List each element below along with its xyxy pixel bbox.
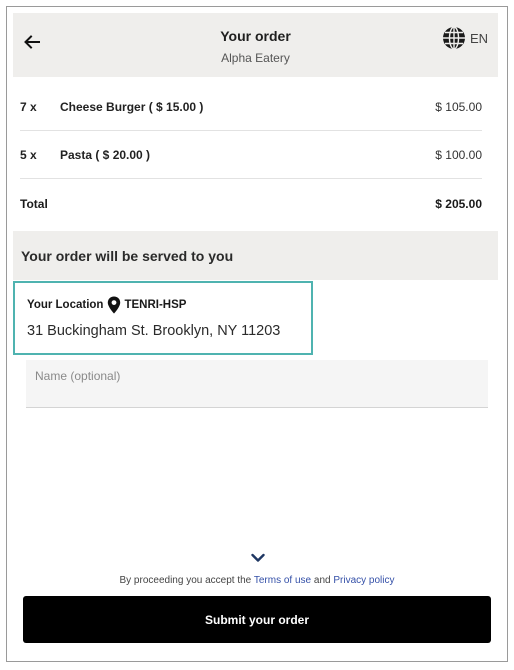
location-card[interactable]: Your Location TENRI-HSP 31 Buckingham St… bbox=[13, 281, 313, 355]
item-price: $ 100.00 bbox=[435, 148, 482, 162]
location-address: 31 Buckingham St. Brooklyn, NY 11203 bbox=[27, 323, 281, 339]
location-pin-icon bbox=[108, 296, 121, 314]
location-code: TENRI-HSP bbox=[124, 299, 187, 311]
location-label: Your Location bbox=[27, 299, 104, 311]
order-total-row: Total $ 205.00 bbox=[20, 180, 482, 227]
order-header: Your order Alpha Eatery EN bbox=[13, 13, 498, 77]
page-title: Your order bbox=[220, 28, 291, 44]
terms-conjunction: and bbox=[313, 575, 331, 586]
language-label: EN bbox=[469, 30, 488, 46]
served-banner: Your order will be served to you bbox=[13, 231, 498, 280]
globe-icon bbox=[442, 26, 465, 50]
order-item-row: 5 x Pasta ( $ 20.00 ) $ 100.00 bbox=[20, 132, 482, 179]
item-price: $ 105.00 bbox=[435, 100, 482, 114]
total-label: Total bbox=[20, 196, 48, 211]
terms-notice: By proceeding you accept the Terms of us… bbox=[0, 575, 514, 586]
location-header: Your Location TENRI-HSP bbox=[27, 296, 186, 314]
item-quantity: 7 x bbox=[20, 100, 37, 114]
privacy-policy-link[interactable]: Privacy policy bbox=[333, 575, 394, 586]
total-value: $ 205.00 bbox=[435, 196, 482, 211]
chevron-down-icon[interactable] bbox=[251, 553, 265, 563]
item-quantity: 5 x bbox=[20, 148, 37, 162]
language-selector[interactable]: EN bbox=[442, 26, 488, 50]
terms-prefix: By proceeding you accept the bbox=[119, 575, 252, 586]
name-input[interactable] bbox=[26, 360, 488, 408]
restaurant-name: Alpha Eatery bbox=[221, 51, 290, 65]
submit-order-button[interactable]: Submit your order bbox=[23, 596, 491, 643]
item-name: Cheese Burger ( $ 15.00 ) bbox=[60, 100, 204, 114]
order-item-row: 7 x Cheese Burger ( $ 15.00 ) $ 105.00 bbox=[20, 84, 482, 131]
item-name: Pasta ( $ 20.00 ) bbox=[60, 148, 151, 162]
terms-of-use-link[interactable]: Terms of use bbox=[254, 575, 311, 586]
